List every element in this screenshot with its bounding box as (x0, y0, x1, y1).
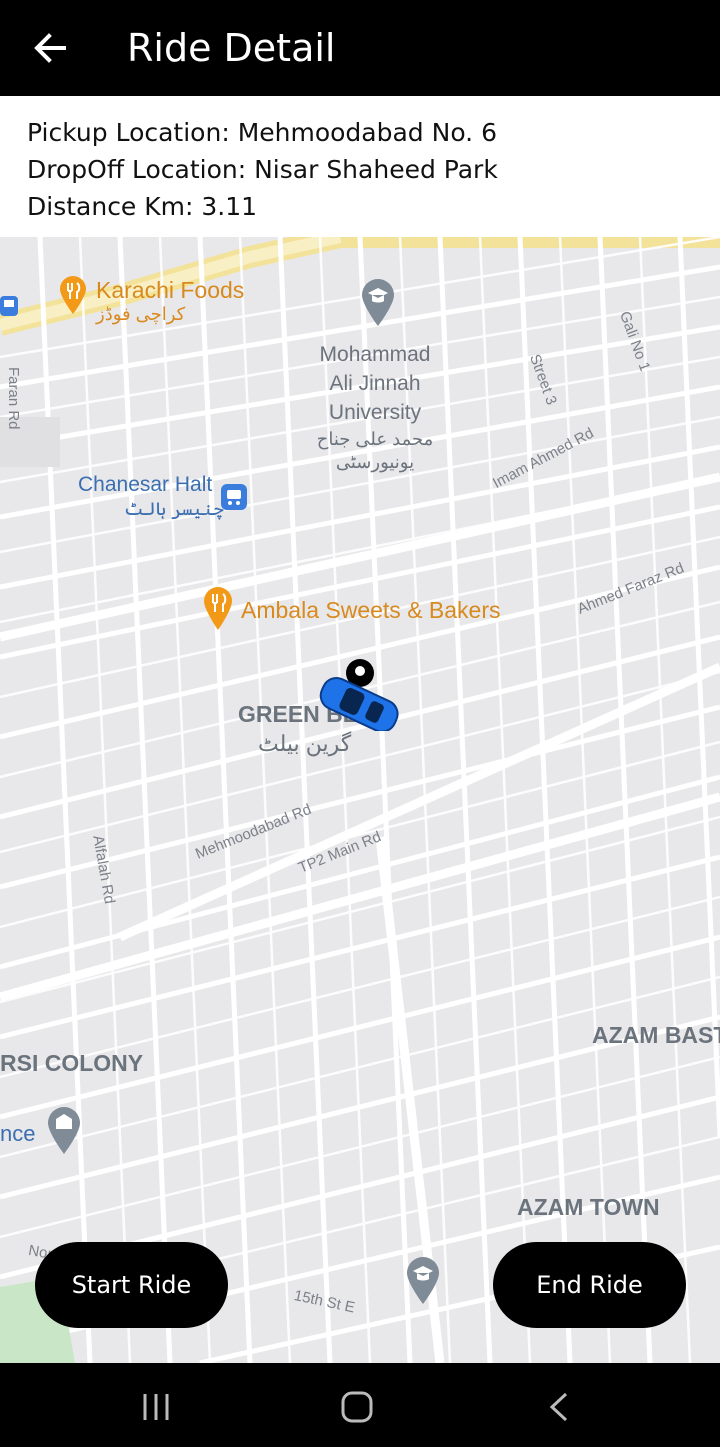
poi-ambala-sweets[interactable]: Ambala Sweets & Bakers (241, 597, 501, 624)
restaurant-pin-icon[interactable] (58, 275, 88, 315)
home-icon[interactable] (340, 1389, 374, 1425)
poi-chanesar-urdu: چنیسر ہالٹ (124, 499, 224, 519)
start-ride-button[interactable]: Start Ride (35, 1242, 228, 1328)
bus-stop-icon[interactable] (0, 296, 18, 316)
poi-chanesar-halt[interactable]: Chanesar Halt (78, 473, 212, 497)
ride-info-panel: Pickup Location: Mehmoodabad No. 6 DropO… (0, 96, 720, 237)
poi-university-line2: Ali Jinnah (329, 372, 421, 395)
pickup-location: Pickup Location: Mehmoodabad No. 6 (27, 118, 497, 147)
school-pin-icon[interactable] (405, 1255, 441, 1305)
end-ride-button[interactable]: End Ride (493, 1242, 686, 1328)
recents-icon[interactable] (140, 1391, 172, 1423)
dropoff-location: DropOff Location: Nisar Shaheed Park (27, 155, 498, 184)
poi-partial-nce: nce (0, 1121, 36, 1146)
arrow-left-icon[interactable] (30, 26, 70, 70)
page-title: Ride Detail (127, 26, 336, 70)
place-pin-icon[interactable] (46, 1105, 82, 1155)
area-green-belt-urdu: گرین بیلٹ (258, 731, 352, 756)
poi-university-line1[interactable]: Mohammad (300, 340, 450, 369)
app-bar: Ride Detail (0, 0, 720, 96)
school-pin-icon[interactable] (360, 277, 396, 327)
poi-university-line3: University (328, 401, 422, 424)
area-azam-basti: AZAM BAST (592, 1022, 720, 1048)
system-nav-bar (0, 1363, 720, 1447)
area-azam-town: AZAM TOWN (517, 1194, 660, 1220)
poi-karachi-foods[interactable]: Karachi Foods (96, 277, 244, 304)
area-parsi-colony: RSI COLONY (0, 1050, 144, 1076)
poi-university-urdu2: یونیورسٹی (335, 452, 415, 472)
poi-karachi-foods-urdu: کراچی فوڈز (96, 304, 186, 324)
bus-stop-icon[interactable] (221, 484, 247, 510)
distance: Distance Km: 3.11 (27, 192, 258, 221)
map-view[interactable]: Karachi Foods کراچی فوڈز Mohammad Ali Ji… (0, 237, 720, 1363)
restaurant-pin-icon[interactable] (202, 585, 234, 631)
back-icon[interactable] (546, 1391, 572, 1423)
car-marker-icon[interactable] (314, 657, 406, 731)
road-faran: Faran Rd (5, 367, 22, 430)
